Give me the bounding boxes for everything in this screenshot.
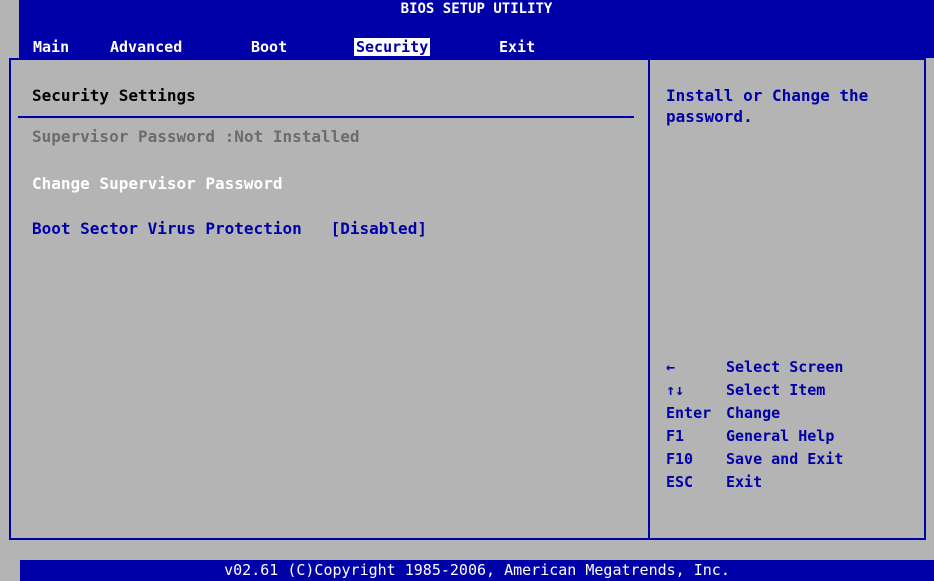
key-legend-item: F10 Save and Exit — [666, 448, 843, 471]
up-down-arrow-icon: ↑↓ — [666, 381, 685, 399]
tab-exit[interactable]: Exit — [497, 38, 537, 56]
left-arrow-icon: ← — [666, 358, 676, 376]
tab-advanced[interactable]: Advanced — [108, 38, 184, 56]
menu-bar: Main Advanced Boot Security Exit — [19, 18, 934, 58]
key-label: F1 — [666, 427, 685, 445]
key-action: General Help — [726, 427, 835, 445]
footer: v02.61 (C)Copyright 1985-2006, American … — [0, 540, 934, 581]
section-title: Security Settings — [32, 86, 196, 105]
boot-sector-virus-protection-item[interactable]: Boot Sector Virus Protection [Disabled] — [32, 219, 427, 239]
supervisor-password-row: Supervisor Password :Not Installed — [32, 127, 360, 147]
key-action: Select Screen — [726, 358, 844, 376]
key-action: Select Item — [726, 381, 826, 399]
key-label: Enter — [666, 404, 712, 422]
key-legend-item: ↑↓ Select Item — [666, 379, 843, 402]
bios-screen: BIOS SETUP UTILITY Main Advanced Boot Se… — [0, 0, 934, 581]
supervisor-password-status: :Not Installed — [224, 127, 360, 146]
tab-security[interactable]: Security — [354, 38, 431, 56]
key-legend-item: Enter Change — [666, 402, 843, 425]
key-legend-item: F1 General Help — [666, 425, 843, 448]
key-action: Change — [726, 404, 781, 422]
help-text: Install or Change the password. — [666, 86, 869, 126]
change-supervisor-password-item[interactable]: Change Supervisor Password — [32, 174, 282, 194]
panel-divider — [648, 58, 650, 540]
key-legend-item: ESC Exit — [666, 471, 843, 494]
tab-main[interactable]: Main — [31, 38, 71, 56]
key-label: F10 — [666, 450, 694, 468]
section-divider — [18, 116, 634, 118]
key-action: Exit — [726, 473, 763, 491]
key-legend: ← Select Screen ↑↓ Select Item Enter Change… — [666, 356, 843, 494]
boot-sector-value[interactable]: [Disabled] — [331, 219, 427, 238]
window-title: BIOS SETUP UTILITY — [400, 1, 553, 17]
supervisor-password-label: Supervisor Password — [32, 127, 216, 146]
key-action: Save and Exit — [726, 450, 844, 468]
key-legend-item: ← Select Screen — [666, 356, 843, 379]
key-label: ESC — [666, 473, 694, 491]
boot-sector-label: Boot Sector Virus Protection — [32, 219, 302, 238]
tab-boot[interactable]: Boot — [249, 38, 289, 56]
copyright-footer: v02.61 (C)Copyright 1985-2006, American … — [20, 560, 934, 581]
title-bar: BIOS SETUP UTILITY — [19, 0, 934, 18]
